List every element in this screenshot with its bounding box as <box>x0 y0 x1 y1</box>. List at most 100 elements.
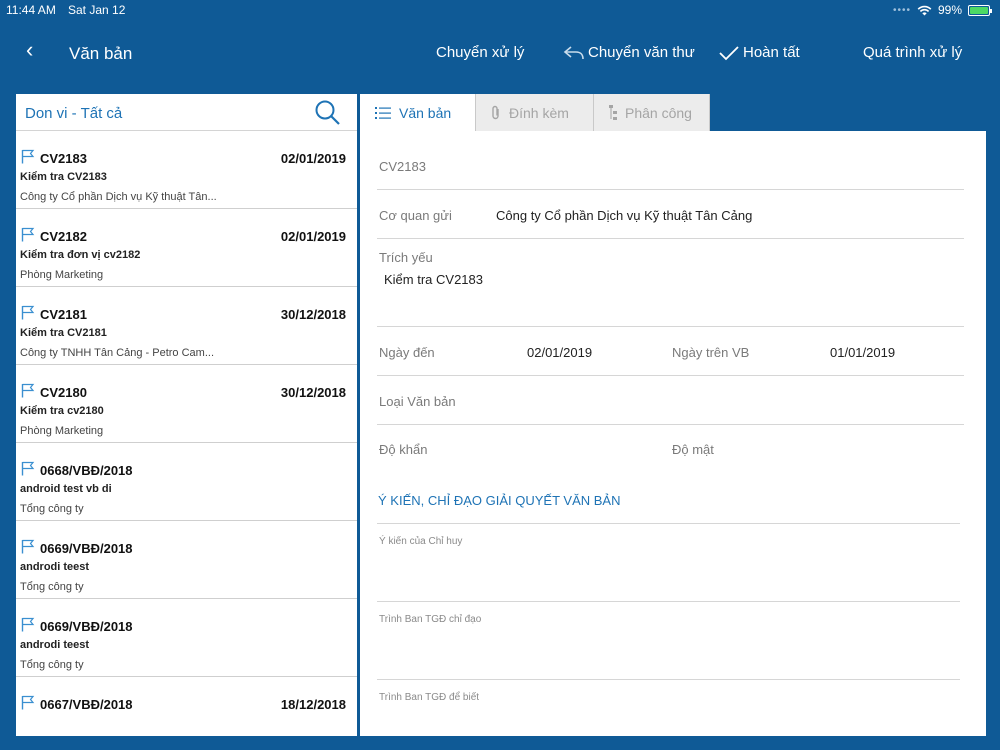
divider <box>377 424 964 425</box>
document-subject: androdi teest <box>20 639 90 651</box>
document-subject: android test vb di <box>20 483 112 495</box>
document-list-item[interactable]: CV2181 30/12/2018 Kiểm tra CV2181 Công ty T… <box>16 287 357 365</box>
document-date: 02/01/2019 <box>280 151 346 166</box>
document-list-item[interactable]: CV2182 02/01/2019 Kiểm tra đơn vị cv2182 Ph… <box>16 209 357 287</box>
agency-value: Công ty Cổ phần Dịch vụ Kỹ thuật Tân Cản… <box>496 208 753 223</box>
flag-icon[interactable] <box>21 617 35 637</box>
commander-opinion-field[interactable]: Ý kiến của Chỉ huy <box>379 536 462 547</box>
nav-bar: ‹ Văn bản Chuyển xử lý Chuyển văn thư Ho… <box>0 20 1000 80</box>
reply-icon <box>563 45 584 59</box>
signal-dots-icon: •••• <box>892 4 911 16</box>
flag-icon[interactable] <box>21 695 35 715</box>
document-subject: androdi teest <box>20 561 90 573</box>
document-date-label: Ngày trên VB <box>672 345 750 360</box>
document-org: Tổng công ty <box>20 659 84 671</box>
search-icon[interactable] <box>314 99 342 127</box>
flag-icon[interactable] <box>21 539 35 559</box>
wifi-icon <box>917 5 932 15</box>
secrecy-label: Độ mật <box>672 442 714 457</box>
document-list: CV2183 02/01/2019 Kiểm tra CV2183 Công ty C… <box>16 131 357 736</box>
status-time: 11:44 AM <box>6 3 56 17</box>
flag-icon[interactable] <box>21 461 35 481</box>
divider <box>377 326 964 327</box>
document-code: 0669/VBĐ/2018 <box>40 541 133 556</box>
divider <box>377 189 964 190</box>
document-date: 18/12/2018 <box>280 697 346 712</box>
back-button[interactable]: ‹ <box>26 37 33 63</box>
board-info-field[interactable]: Trình Ban TGĐ để biết <box>379 692 479 703</box>
status-bar: 11:44 AM Sat Jan 12 •••• 99% <box>0 0 1000 20</box>
flag-icon[interactable] <box>21 305 35 325</box>
tab-assignment[interactable]: Phân công <box>594 94 710 131</box>
tab-document[interactable]: Văn bản <box>360 94 476 131</box>
divider <box>377 238 964 239</box>
battery-icon <box>968 4 992 16</box>
document-list-item[interactable]: 0669/VBĐ/2018 androdi teest Tổng công ty <box>16 521 357 599</box>
document-subject: Kiểm tra CV2181 <box>20 327 107 339</box>
document-code: 0669/VBĐ/2018 <box>40 619 133 634</box>
document-subject: Kiểm tra cv2180 <box>20 405 104 417</box>
page-title: Văn bản <box>69 44 133 63</box>
document-code: CV2183 <box>379 159 426 174</box>
document-list-item[interactable]: 0668/VBĐ/2018 android test vb di Tổng công… <box>16 443 357 521</box>
document-org: Công ty TNHH Tân Cảng - Petro Cam... <box>20 347 214 359</box>
flag-icon[interactable] <box>21 383 35 403</box>
process-history-button[interactable]: Quá trình xử lý <box>863 44 962 61</box>
document-list-panel: Don vi - Tất cả CV2183 02/01/2019 Kiểm tra… <box>16 94 357 736</box>
detail-tabs: Văn bản Đính kèm Phân công <box>360 94 710 131</box>
document-date-value: 01/01/2019 <box>830 345 896 360</box>
divider <box>377 375 964 376</box>
forward-clerk-button[interactable]: Chuyển văn thư <box>563 44 695 61</box>
document-list-item[interactable]: CV2180 30/12/2018 Kiểm tra cv2180 Phòng Mar… <box>16 365 357 443</box>
complete-button[interactable]: Hoàn tất <box>718 44 800 61</box>
divider <box>377 523 960 524</box>
flag-icon[interactable] <box>21 227 35 247</box>
summary-value: Kiểm tra CV2183 <box>384 272 483 287</box>
unit-filter[interactable]: Don vi - Tất cả <box>25 105 122 122</box>
flag-icon[interactable] <box>21 149 35 169</box>
status-date: Sat Jan 12 <box>68 3 126 17</box>
divider <box>377 679 960 680</box>
document-list-item[interactable]: 0667/VBĐ/2018 18/12/2018 <box>16 677 357 736</box>
paperclip-icon <box>492 105 499 119</box>
document-org: Tổng công ty <box>20 503 84 515</box>
document-date: 02/01/2019 <box>280 229 346 244</box>
document-type-label: Loại Văn bản <box>379 394 456 409</box>
document-code: CV2180 <box>40 385 87 400</box>
agency-label: Cơ quan gửi <box>379 208 452 223</box>
document-subject: Kiểm tra đơn vị cv2182 <box>20 249 141 261</box>
checkmark-icon <box>719 45 739 60</box>
summary-label: Trích yếu <box>379 250 433 265</box>
tab-attachments[interactable]: Đính kèm <box>476 94 594 131</box>
document-list-item[interactable]: CV2183 02/01/2019 Kiểm tra CV2183 Công ty C… <box>16 131 357 209</box>
forward-clerk-label: Chuyển văn thư <box>588 44 695 61</box>
document-code: 0668/VBĐ/2018 <box>40 463 133 478</box>
opinion-section-title: Ý KIẾN, CHỈ ĐẠO GIẢI QUYẾT VĂN BẢN <box>378 493 621 508</box>
bottom-bar <box>0 736 1000 750</box>
forward-process-button[interactable]: Chuyển xử lý <box>436 44 524 61</box>
document-detail: CV2183 Cơ quan gửi Công ty Cổ phần Dịch … <box>360 131 986 736</box>
document-list-item[interactable]: 0669/VBĐ/2018 androdi teest Tổng công ty <box>16 599 357 677</box>
filter-bar[interactable]: Don vi - Tất cả <box>16 94 357 131</box>
tab-attachments-label: Đính kèm <box>509 104 569 121</box>
complete-label: Hoàn tất <box>743 44 800 61</box>
tab-document-label: Văn bản <box>399 104 452 121</box>
process-history-label: Quá trình xử lý <box>863 44 963 61</box>
list-icon <box>375 106 391 119</box>
document-code: 0667/VBĐ/2018 <box>40 697 133 712</box>
board-directive-field[interactable]: Trình Ban TGĐ chỉ đạo <box>379 614 481 625</box>
document-subject: Kiểm tra CV2183 <box>20 171 107 183</box>
document-org: Công ty Cổ phần Dịch vụ Kỹ thuật Tân... <box>20 191 217 203</box>
document-code: CV2181 <box>40 307 87 322</box>
hierarchy-icon <box>609 104 617 120</box>
document-org: Phòng Marketing <box>20 269 104 281</box>
document-date: 30/12/2018 <box>280 385 346 400</box>
document-org: Phòng Marketing <box>20 425 104 437</box>
battery-percent: 99% <box>937 3 962 17</box>
forward-process-label: Chuyển xử lý <box>436 44 525 61</box>
divider <box>377 601 960 602</box>
urgency-label: Độ khẩn <box>379 442 428 457</box>
status-right: •••• 99% <box>892 3 992 17</box>
tab-assignment-label: Phân công <box>625 104 692 121</box>
document-code: CV2183 <box>40 151 87 166</box>
